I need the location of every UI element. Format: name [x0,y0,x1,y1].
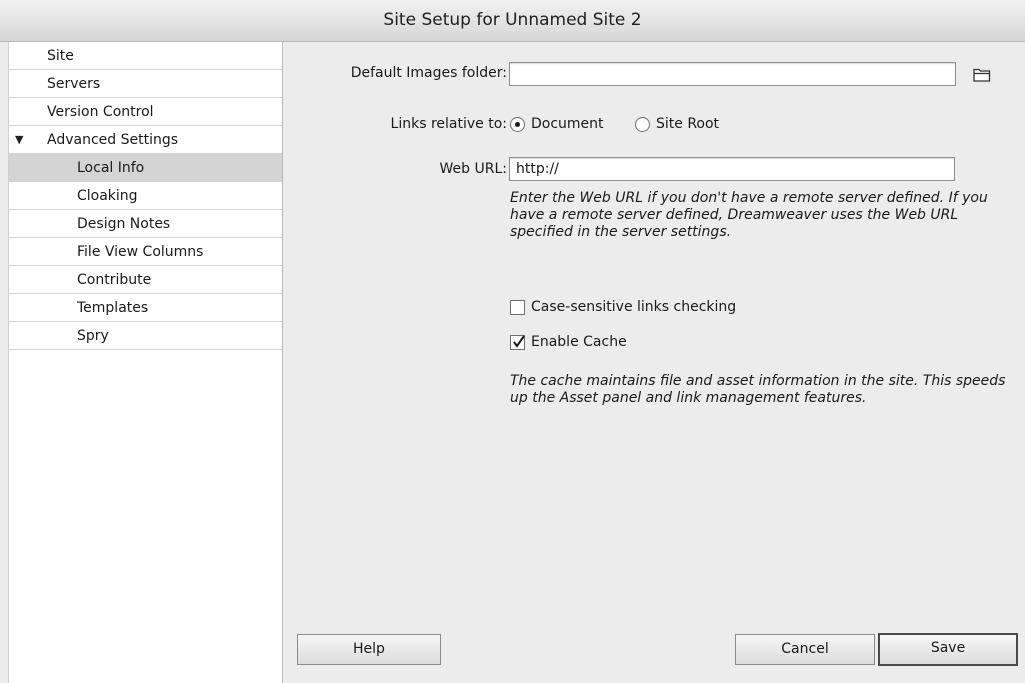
sidebar-item-contribute[interactable]: Contribute [9,266,282,294]
cancel-button[interactable]: Cancel [735,634,875,665]
sidebar-item-advanced-settings[interactable]: ▼ Advanced Settings [9,126,282,154]
radio-document[interactable]: Document [510,116,604,132]
sidebar-item-label: Contribute [77,272,152,288]
sidebar-item-servers[interactable]: Servers [9,70,282,98]
radio-document-control[interactable] [510,116,525,132]
radio-site-root-label: Site Root [656,116,720,132]
folder-icon[interactable] [973,67,991,82]
checkmark-icon [513,334,525,348]
disclosure-triangle-icon[interactable]: ▼ [15,126,23,154]
enable-cache-label: Enable Cache [531,334,627,350]
images-folder-label: Default Images folder: [350,65,507,81]
radio-document-label: Document [531,116,604,132]
save-button[interactable]: Save [878,633,1018,666]
sidebar-item-templates[interactable]: Templates [9,294,282,322]
case-sensitive-option[interactable]: Case-sensitive links checking [510,299,736,315]
sidebar-item-version-control[interactable]: Version Control [9,98,282,126]
case-sensitive-label: Case-sensitive links checking [531,299,737,315]
sidebar-item-spry[interactable]: Spry [9,322,282,350]
window-title: Site Setup for Unnamed Site 2 [0,0,1025,42]
sidebar-item-local-info[interactable]: Local Info [9,154,282,182]
radio-site-root[interactable]: Site Root [635,116,719,132]
images-folder-input[interactable] [509,62,956,86]
sidebar-item-label: Servers [47,76,101,92]
sidebar-item-label: Version Control [47,104,154,120]
cache-help-text: The cache maintains file and asset infor… [510,373,1006,406]
sidebar-item-label: Site [47,48,74,64]
enable-cache-option[interactable]: Enable Cache [510,334,627,350]
category-sidebar: Site Servers Version Control ▼ Advanced … [8,42,283,683]
sidebar-item-label: File View Columns [77,244,204,260]
sidebar-item-design-notes[interactable]: Design Notes [9,210,282,238]
case-sensitive-checkbox[interactable] [510,299,525,315]
radio-site-root-control[interactable] [635,116,650,132]
sidebar-item-label: Cloaking [77,188,138,204]
local-info-panel: Default Images folder: Links relative to… [282,42,1025,683]
sidebar-item-cloaking[interactable]: Cloaking [9,182,282,210]
web-url-label: Web URL: [439,161,507,177]
category-list: Site Servers Version Control ▼ Advanced … [9,42,282,350]
enable-cache-checkbox[interactable] [510,334,525,350]
sidebar-item-label: Advanced Settings [47,132,179,148]
sidebar-item-label: Templates [77,300,149,316]
sidebar-item-site[interactable]: Site [9,42,282,70]
sidebar-item-file-view-columns[interactable]: File View Columns [9,238,282,266]
web-url-input[interactable] [509,157,955,181]
sidebar-item-label: Local Info [77,160,145,176]
links-relative-label: Links relative to: [390,116,507,132]
web-url-help-text: Enter the Web URL if you don't have a re… [510,190,988,240]
help-button[interactable]: Help [297,634,441,665]
sidebar-item-label: Spry [77,328,109,344]
sidebar-item-label: Design Notes [77,216,171,232]
